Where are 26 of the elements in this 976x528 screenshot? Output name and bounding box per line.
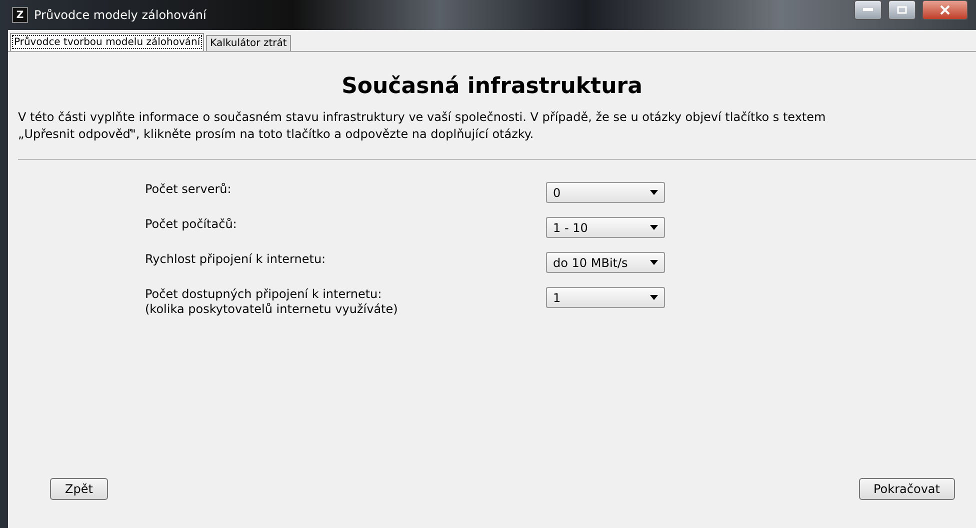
dropdown[interactable]: 1 [546,287,665,308]
continue-button[interactable]: Pokračovat [858,478,955,500]
intro-text: V této části vyplňte informace o současném stavu infrastruktury ve vaší společnosti. V případě, že se u otázky objeví tlačítko s textem „Upřesnit odpověď", klikněte prosím na toto tlačítko a odpovězte na doplňující otázky. [18,109,827,143]
close-button[interactable] [922,0,968,20]
tab[interactable]: Průvodce tvorbou modelu zálohování [10,33,204,51]
caret-icon [650,225,658,230]
page-heading: Současná infrastruktura [340,74,644,99]
maximize-icon [897,6,907,14]
dropdown[interactable]: do 10 MBit/s [546,252,665,273]
question-label: Rychlost připojení k internetu: [145,252,327,268]
question-label: Počet dostupných připojení k internetu: (kolika poskytovatelů internetu využíváte) [145,287,399,317]
dropdown[interactable]: 1 - 10 [546,217,665,238]
maximize-button[interactable] [888,0,916,20]
close-icon [940,5,950,15]
back-button[interactable]: Zpět [50,478,108,500]
question-label: Počet počítačů: [145,217,238,233]
caret-icon [650,190,658,195]
app-icon: Z [12,7,28,23]
minimize-button[interactable] [854,0,882,20]
minimize-icon [863,8,873,12]
tab[interactable]: Kalkulátor ztrát [206,35,291,51]
dropdown[interactable]: 0 [546,182,665,203]
caret-icon [650,295,658,300]
window-title: Průvodce modely zálohování [34,8,208,22]
question-label: Počet serverů: [145,182,232,198]
caret-icon [650,260,658,265]
